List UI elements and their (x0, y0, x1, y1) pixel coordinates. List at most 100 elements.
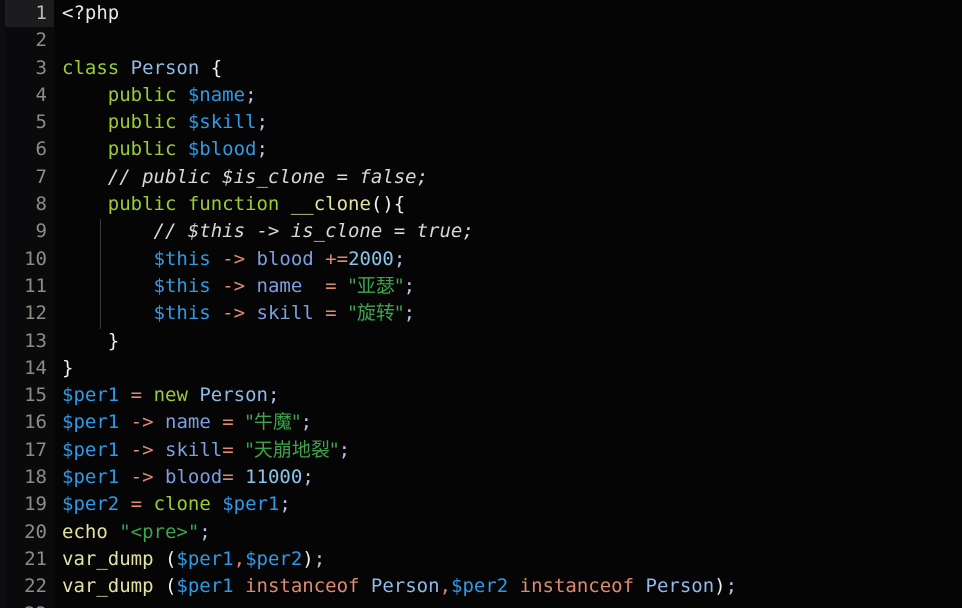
line-number[interactable]: 7 (5, 164, 54, 191)
code-token: "亚瑟" (348, 274, 404, 297)
code-token: ; (338, 438, 351, 461)
line-number[interactable]: 21 (5, 546, 54, 573)
code-token: = (325, 302, 337, 325)
line-number[interactable]: 8 (5, 191, 54, 218)
code-token: $per1 (62, 384, 120, 407)
code-line[interactable]: $this -> name = "亚瑟"; (62, 273, 962, 300)
code-line[interactable]: public $name; (62, 82, 962, 109)
code-token: // public $is_clone = false; (107, 165, 429, 188)
code-token: , (439, 575, 452, 598)
code-token: ; (256, 111, 268, 134)
code-token: $per1 (176, 575, 234, 598)
code-token: ; (725, 575, 738, 598)
code-token: Person (645, 575, 715, 598)
code-line[interactable]: $this -> skill = "旋转"; (62, 300, 962, 327)
code-line[interactable]: $per2 = clone $per1; (62, 491, 962, 518)
line-number[interactable]: 5 (5, 109, 54, 136)
code-token: ; (403, 274, 416, 297)
code-token: name (165, 411, 211, 434)
code-token: ; (302, 466, 314, 489)
code-line[interactable]: } (62, 355, 962, 382)
code-line[interactable]: echo "<pre>"; (62, 519, 962, 546)
line-number[interactable]: 4 (5, 82, 54, 109)
code-content-area[interactable]: <?php class Person { public $name; publi… (54, 0, 962, 608)
code-line[interactable] (62, 27, 962, 54)
line-number[interactable]: 11 (5, 273, 54, 300)
code-token: -> (130, 411, 154, 434)
code-line[interactable]: // $this -> is_clone = true; (62, 218, 962, 245)
code-token: instanceof (519, 575, 635, 598)
code-token: ; (313, 547, 326, 570)
code-token: } (62, 356, 74, 379)
line-number[interactable]: 15 (5, 382, 54, 409)
code-token: var_dump (62, 547, 154, 570)
code-line[interactable]: $this -> blood +=2000; (62, 246, 962, 273)
code-token: ; (393, 247, 406, 270)
line-number[interactable]: 9 (5, 218, 54, 245)
code-line[interactable]: $per1 -> skill= "天崩地裂"; (62, 437, 962, 464)
code-line[interactable]: var_dump ($per1 instanceof Person,$per2 … (62, 573, 962, 600)
code-line[interactable] (62, 601, 962, 608)
code-token: __clone (290, 193, 371, 216)
line-number[interactable]: 6 (5, 136, 54, 163)
line-number-gutter[interactable]: 1234567891011121314151617181920212223 (5, 0, 54, 608)
code-token: ; (279, 493, 291, 516)
line-number[interactable]: 16 (5, 409, 54, 436)
line-number[interactable]: 3 (5, 55, 54, 82)
code-token: $this (153, 274, 211, 297)
code-line[interactable]: public function __clone(){ (62, 191, 962, 218)
line-number[interactable]: 2 (5, 27, 54, 54)
line-number[interactable]: 1 (5, 0, 54, 28)
line-number[interactable]: 23 (5, 601, 54, 608)
line-number[interactable]: 17 (5, 437, 54, 464)
code-line[interactable]: var_dump ($per1,$per2); (62, 546, 962, 573)
code-line[interactable]: public $skill; (62, 109, 962, 136)
code-line[interactable]: public $blood; (62, 136, 962, 163)
line-number[interactable]: 10 (5, 246, 54, 273)
line-number[interactable]: 13 (5, 328, 54, 355)
code-line[interactable]: $per1 -> blood= 11000; (62, 464, 962, 491)
line-number[interactable]: 19 (5, 491, 54, 518)
code-token: ) (302, 547, 314, 570)
code-token: class (62, 56, 120, 79)
line-number[interactable]: 12 (5, 300, 54, 327)
line-number[interactable]: 18 (5, 464, 54, 491)
code-line[interactable]: // public $is_clone = false; (62, 164, 962, 191)
code-line[interactable]: $per1 -> name = "牛魔"; (62, 409, 962, 436)
code-token: $per1 (62, 411, 120, 434)
line-number[interactable]: 20 (5, 519, 54, 546)
code-token: $per1 (222, 493, 280, 516)
code-line[interactable]: <?php (62, 0, 962, 27)
code-token: ( (164, 575, 177, 598)
code-token: 2000 (348, 247, 394, 270)
code-token: ; (267, 384, 280, 407)
line-number[interactable]: 22 (5, 573, 54, 600)
code-editor[interactable]: 1234567891011121314151617181920212223 <?… (0, 0, 962, 608)
code-token: "旋转" (348, 302, 404, 325)
line-number[interactable]: 14 (5, 355, 54, 382)
code-token: $skill (187, 111, 257, 134)
code-line[interactable]: } (62, 328, 962, 355)
code-line[interactable]: class Person { (62, 55, 962, 82)
code-line[interactable]: $per1 = new Person; (62, 382, 962, 409)
code-token: = (130, 384, 143, 407)
